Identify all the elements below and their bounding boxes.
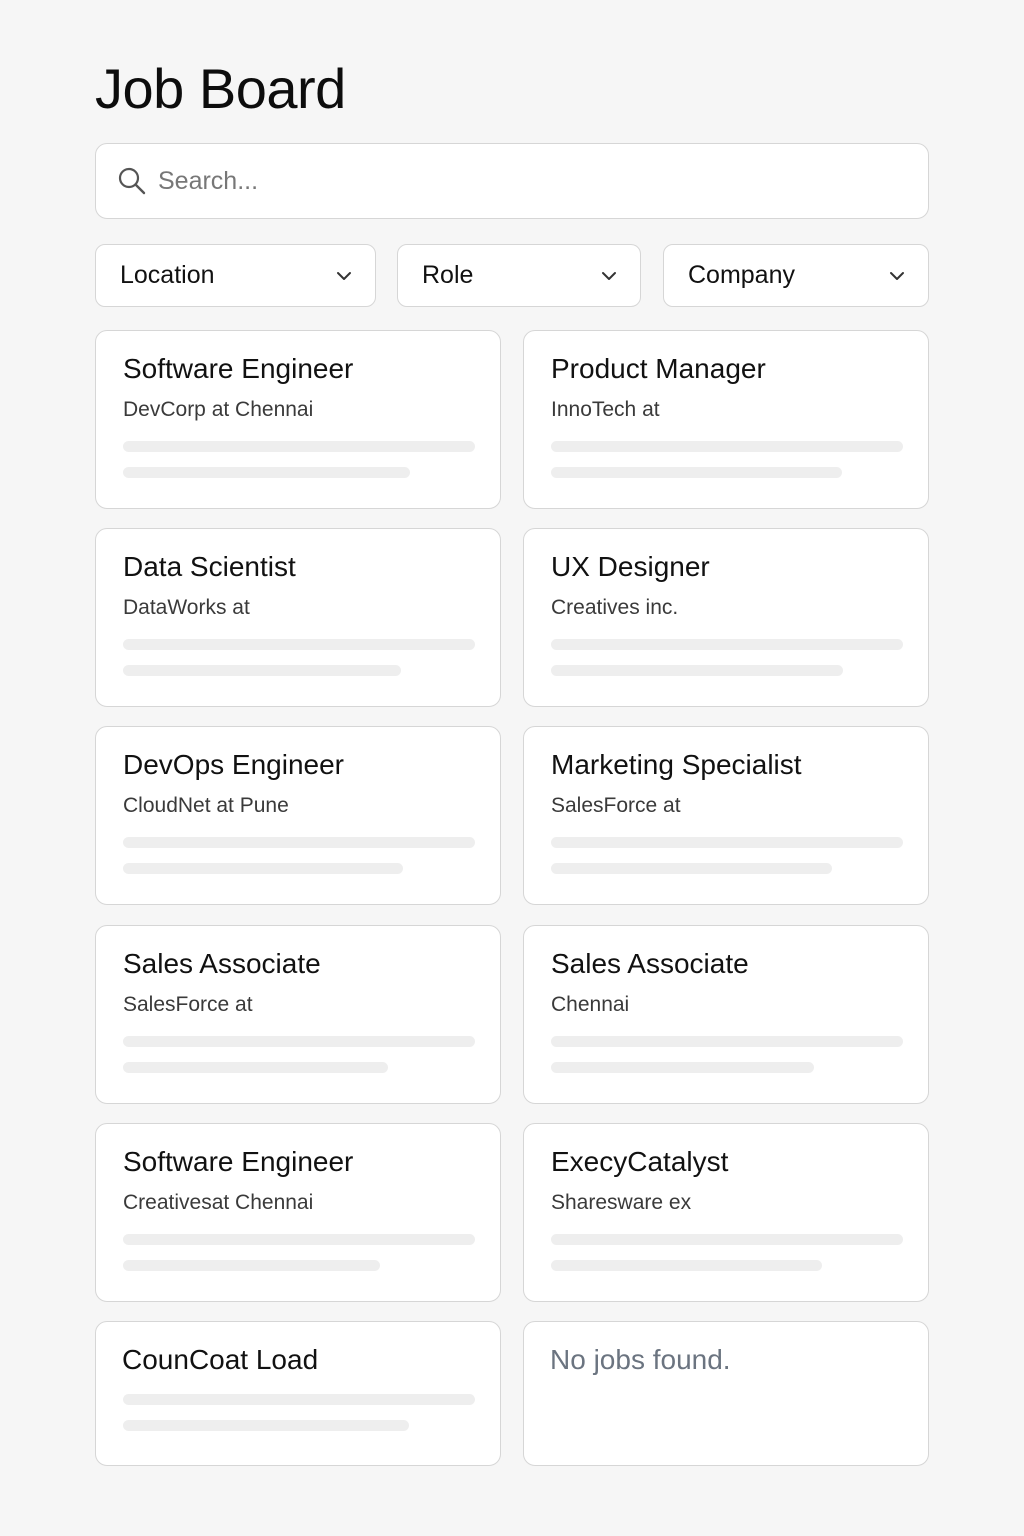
- skeleton-line: [551, 639, 903, 650]
- job-card[interactable]: Sales Associate Chennai: [523, 925, 929, 1104]
- role-filter[interactable]: Role: [397, 244, 641, 307]
- skeleton-line: [551, 665, 843, 676]
- job-card[interactable]: CounCoat Load: [95, 1321, 501, 1466]
- job-title: Data Scientist: [123, 551, 296, 582]
- skeleton-line: [123, 639, 475, 650]
- job-card[interactable]: Data Scientist DataWorks at: [95, 528, 501, 707]
- page-title: Job Board: [95, 57, 346, 120]
- job-company-location: Chennai: [551, 993, 630, 1016]
- job-title: Sales Associate: [551, 948, 749, 979]
- empty-state-message: No jobs found.: [550, 1344, 731, 1375]
- skeleton-line: [123, 837, 475, 848]
- location-filter-label: Location: [120, 261, 215, 289]
- skeleton-line: [123, 1394, 475, 1405]
- job-card[interactable]: Software Engineer DevCorp at Chennai: [95, 330, 501, 509]
- skeleton-line: [123, 441, 475, 452]
- job-company-location: CloudNet at Pune: [123, 794, 289, 817]
- empty-state: No jobs found.: [523, 1321, 929, 1466]
- skeleton-line: [123, 1036, 475, 1047]
- job-title: Software Engineer: [123, 353, 354, 384]
- job-title: Product Manager: [551, 353, 766, 384]
- chevron-down-icon: [335, 267, 353, 285]
- skeleton-line: [551, 1062, 814, 1073]
- job-card[interactable]: Software Engineer Creativesat Chennai: [95, 1123, 501, 1302]
- job-company-location: SalesForce at: [123, 993, 253, 1016]
- job-company-location: Creativesat Chennai: [123, 1191, 314, 1214]
- search-input[interactable]: [158, 166, 858, 196]
- location-filter[interactable]: Location: [95, 244, 376, 307]
- job-card[interactable]: Sales Associate SalesForce at: [95, 925, 501, 1104]
- job-card[interactable]: DevOps Engineer CloudNet at Pune: [95, 726, 501, 905]
- job-company-location: SalesForce at: [551, 794, 681, 817]
- job-card[interactable]: UX Designer Creatives inc.: [523, 528, 929, 707]
- skeleton-line: [551, 467, 842, 478]
- job-card[interactable]: ExecyCatalyst Sharesware ex: [523, 1123, 929, 1302]
- skeleton-line: [551, 1260, 822, 1271]
- skeleton-line: [551, 1036, 903, 1047]
- job-company-location: DevCorp at Chennai: [123, 398, 314, 421]
- job-title: DevOps Engineer: [123, 749, 345, 780]
- company-filter-label: Company: [688, 261, 795, 289]
- chevron-down-icon: [600, 267, 618, 285]
- skeleton-line: [123, 467, 410, 478]
- job-title: ExecyCatalyst: [551, 1146, 729, 1177]
- job-card[interactable]: Product Manager InnoTech at: [523, 330, 929, 509]
- skeleton-line: [551, 837, 903, 848]
- job-card[interactable]: Marketing Specialist SalesForce at: [523, 726, 929, 905]
- job-title: Sales Associate: [123, 948, 321, 979]
- job-company-location: Sharesware ex: [551, 1191, 692, 1214]
- job-title: Software Engineer: [123, 1146, 354, 1177]
- chevron-down-icon: [888, 267, 906, 285]
- skeleton-line: [123, 863, 403, 874]
- skeleton-line: [551, 1234, 903, 1245]
- job-company-location: InnoTech at: [551, 398, 660, 421]
- company-filter[interactable]: Company: [663, 244, 929, 307]
- search-icon: [116, 165, 148, 197]
- skeleton-line: [551, 441, 903, 452]
- skeleton-line: [551, 863, 832, 874]
- job-title: Marketing Specialist: [551, 749, 802, 780]
- skeleton-line: [123, 1260, 380, 1271]
- search-bar[interactable]: [95, 143, 929, 219]
- job-company-location: Creatives inc.: [551, 596, 679, 619]
- skeleton-line: [123, 1062, 388, 1073]
- role-filter-label: Role: [422, 261, 474, 289]
- skeleton-line: [123, 1420, 409, 1431]
- skeleton-line: [123, 665, 401, 676]
- job-company-location: DataWorks at: [123, 596, 250, 619]
- job-title: CounCoat Load: [122, 1344, 319, 1375]
- skeleton-line: [123, 1234, 475, 1245]
- job-title: UX Designer: [551, 551, 710, 582]
